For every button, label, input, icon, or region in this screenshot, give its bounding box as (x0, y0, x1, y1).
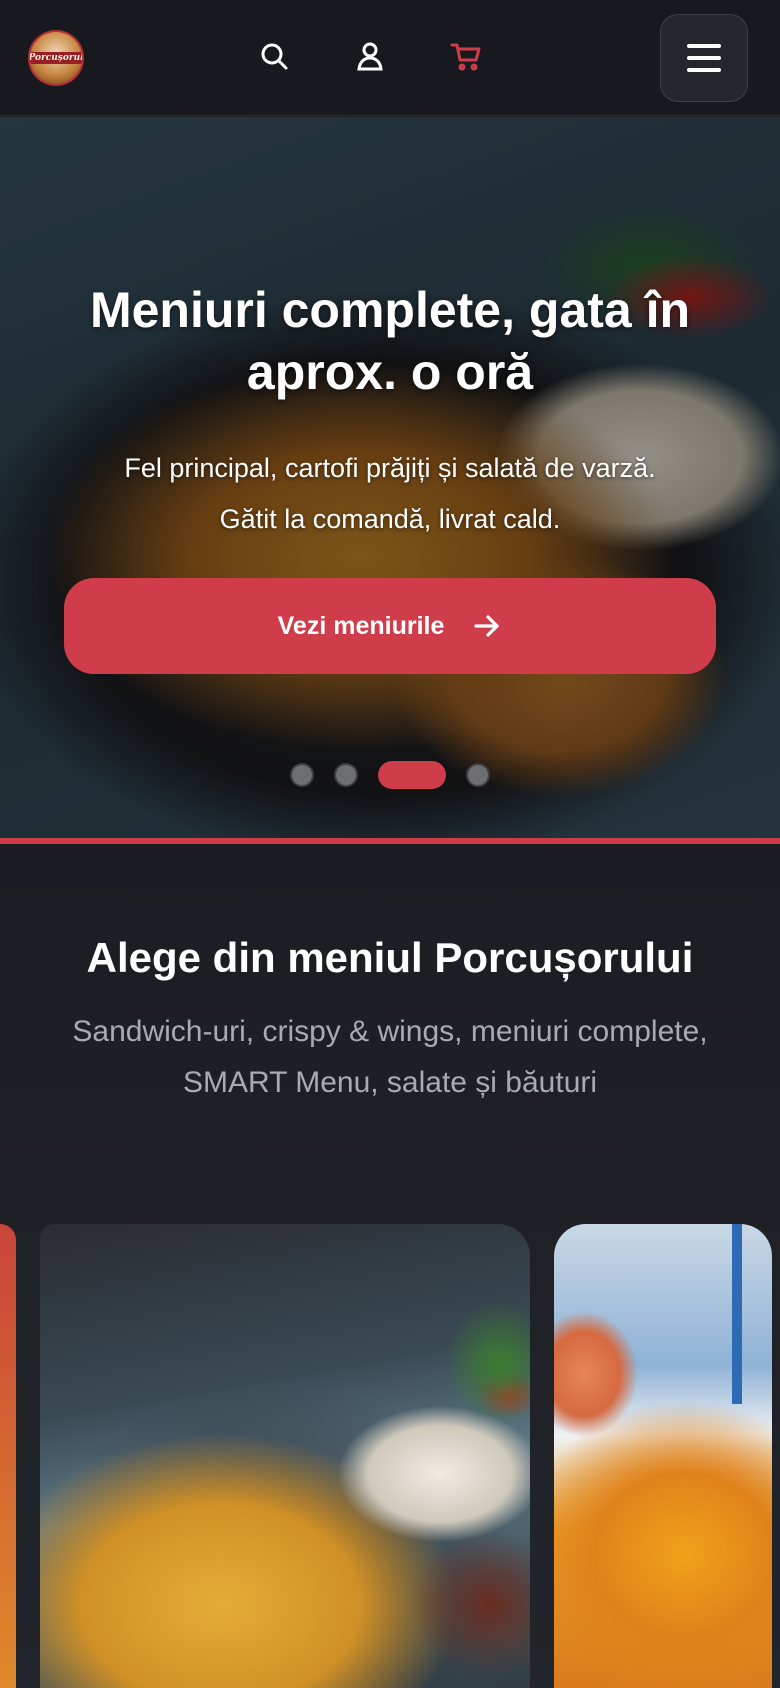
hero-subtitle-line: Gătit la comandă, livrat cald. (219, 504, 561, 534)
menu-card-previous[interactable] (0, 1224, 16, 1688)
carousel-dot-active[interactable] (378, 761, 446, 789)
menu-section: Alege din meniul Porcușorului Sandwich-u… (0, 844, 780, 1688)
top-header: Porcușorul (0, 0, 780, 116)
section-subtitle: Sandwich-uri, crispy & wings, meniuri co… (72, 1015, 708, 1099)
menu-icon-bar (687, 68, 721, 72)
hero-title: Meniuri complete, gata în aprox. o oră (89, 282, 691, 400)
carousel-dot[interactable] (466, 763, 490, 787)
menu-icon-bar (687, 56, 721, 60)
cart-icon[interactable] (446, 36, 486, 76)
user-icon[interactable] (350, 36, 390, 76)
section-title: Alege din meniul Porcușorului (86, 934, 694, 981)
menu-card-complete-meal[interactable] (40, 1224, 530, 1688)
carousel-dots (0, 761, 780, 789)
logo[interactable]: Porcușorul (28, 30, 84, 86)
logo-text: Porcușorul (30, 52, 82, 64)
menu-card-next[interactable] (554, 1224, 772, 1688)
card-image-detail (732, 1224, 742, 1404)
arrow-right-icon (474, 615, 499, 637)
search-icon[interactable] (254, 36, 294, 76)
carousel-dot[interactable] (334, 763, 358, 787)
hero-carousel[interactable]: Meniuri complete, gata în aprox. o oră F… (0, 117, 780, 838)
hero-subtitle: Fel principal, cartofi prăjiți și salată… (40, 443, 740, 545)
carousel-dot[interactable] (290, 763, 314, 787)
view-menus-label: Vezi meniurile (277, 611, 445, 640)
menu-icon-bar (687, 44, 721, 48)
view-menus-button[interactable]: Vezi meniurile (64, 578, 716, 674)
hero-subtitle-line: Fel principal, cartofi prăjiți și salată… (124, 453, 656, 483)
menu-button[interactable] (660, 14, 748, 102)
